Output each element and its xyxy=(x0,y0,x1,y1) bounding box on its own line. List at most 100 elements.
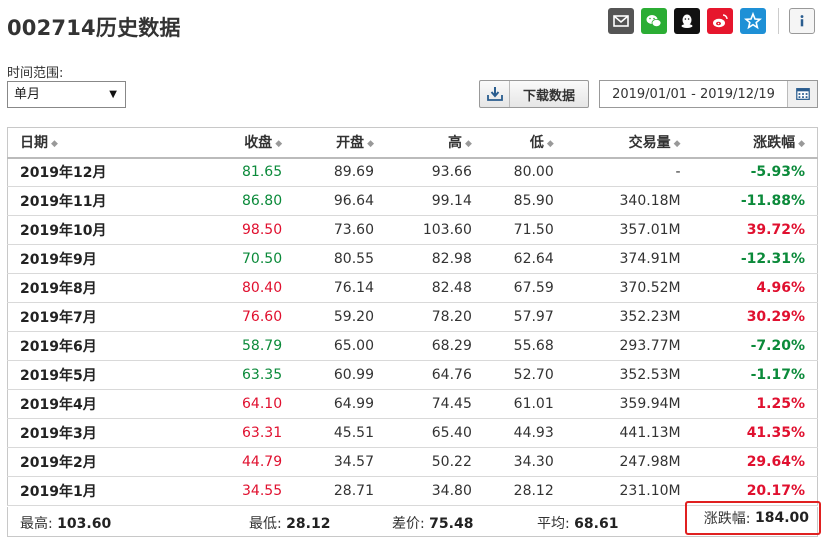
cell-open: 45.51 xyxy=(290,418,382,448)
cell-date: 2019年11月 xyxy=(7,186,168,216)
cell-close: 34.55 xyxy=(167,476,291,506)
cell-date: 2019年4月 xyxy=(7,389,168,419)
table-row: 2019年10月 98.50 73.60 103.60 71.50 357.01M 39.7… xyxy=(7,215,818,245)
cell-date: 2019年9月 xyxy=(7,244,168,274)
qq-share-button[interactable] xyxy=(674,8,700,34)
column-header-high[interactable]: 高 ◆ xyxy=(381,127,480,159)
cell-close: 63.35 xyxy=(167,360,291,390)
summary-diff: 差价: 75.48 xyxy=(392,516,474,532)
column-header-close[interactable]: 收盘 ◆ xyxy=(167,127,291,159)
cell-date: 2019年12月 xyxy=(7,157,168,187)
cell-low: 61.01 xyxy=(479,389,562,419)
cell-volume: 340.18M xyxy=(561,186,689,216)
table-row: 2019年4月 64.10 64.99 74.45 61.01 359.94M 1.25% xyxy=(7,389,818,419)
qzone-share-button[interactable] xyxy=(740,8,766,34)
cell-open: 34.57 xyxy=(290,447,382,477)
cell-change: -11.88% xyxy=(688,186,818,216)
cell-high: 65.40 xyxy=(381,418,480,448)
cell-change: 39.72% xyxy=(688,215,818,245)
cell-close: 63.31 xyxy=(167,418,291,448)
calendar-icon[interactable] xyxy=(787,81,817,107)
qzone-icon xyxy=(744,12,762,30)
share-bar xyxy=(608,8,815,34)
cell-volume: 374.91M xyxy=(561,244,689,274)
download-icon xyxy=(480,81,510,107)
time-range-label: 时间范围: xyxy=(7,66,64,81)
column-header-open[interactable]: 开盘 ◆ xyxy=(290,127,382,159)
time-range-select[interactable]: 单月 ▼ xyxy=(7,81,126,108)
summary-change-highlight: 涨跌幅: 184.00 xyxy=(685,501,821,535)
info-icon xyxy=(800,15,804,27)
share-separator xyxy=(778,8,779,34)
cell-date: 2019年5月 xyxy=(7,360,168,390)
cell-low: 34.30 xyxy=(479,447,562,477)
email-share-button[interactable] xyxy=(608,8,634,34)
download-data-label: 下载数据 xyxy=(522,88,575,104)
date-range-picker[interactable]: 2019/01/01 - 2019/12/19 xyxy=(599,80,818,108)
column-header-volume[interactable]: 交易量 ◆ xyxy=(561,127,689,159)
cell-volume: 352.53M xyxy=(561,360,689,390)
cell-change: -5.93% xyxy=(688,157,818,187)
cell-open: 60.99 xyxy=(290,360,382,390)
wechat-icon xyxy=(646,15,662,27)
cell-volume: 370.52M xyxy=(561,273,689,303)
sort-icon: ◆ xyxy=(673,139,681,150)
cell-close: 64.10 xyxy=(167,389,291,419)
cell-high: 93.66 xyxy=(381,157,480,187)
weibo-icon xyxy=(713,14,728,28)
column-header-date[interactable]: 日期 ◆ xyxy=(7,127,168,159)
info-button[interactable] xyxy=(789,8,815,34)
sort-icon: ◆ xyxy=(51,139,58,150)
cell-low: 44.93 xyxy=(479,418,562,448)
cell-high: 99.14 xyxy=(381,186,480,216)
cell-change: 30.29% xyxy=(688,302,818,332)
cell-high: 68.29 xyxy=(381,331,480,361)
sort-icon: ◆ xyxy=(798,139,805,150)
cell-change: 4.96% xyxy=(688,273,818,303)
cell-change: -1.17% xyxy=(688,360,818,390)
cell-close: 80.40 xyxy=(167,273,291,303)
table-row: 2019年2月 44.79 34.57 50.22 34.30 247.98M 29.64% xyxy=(7,447,818,477)
cell-change: 1.25% xyxy=(688,389,818,419)
cell-high: 78.20 xyxy=(381,302,480,332)
cell-date: 2019年2月 xyxy=(7,447,168,477)
time-range-selected: 单月 xyxy=(14,87,41,102)
cell-high: 64.76 xyxy=(381,360,480,390)
cell-low: 28.12 xyxy=(479,476,562,506)
cell-open: 96.64 xyxy=(290,186,382,216)
table-row: 2019年8月 80.40 76.14 82.48 67.59 370.52M 4.96% xyxy=(7,273,818,303)
cell-low: 57.97 xyxy=(479,302,562,332)
sort-icon: ◆ xyxy=(546,139,554,150)
table-row: 2019年12月 81.65 89.69 93.66 80.00- -5.93% xyxy=(7,157,818,187)
cell-open: 28.71 xyxy=(290,476,382,506)
cell-change: -12.31% xyxy=(688,244,818,274)
cell-high: 50.22 xyxy=(381,447,480,477)
cell-date: 2019年10月 xyxy=(7,215,168,245)
cell-date: 2019年6月 xyxy=(7,331,168,361)
cell-low: 52.70 xyxy=(479,360,562,390)
date-range-value: 2019/01/01 - 2019/12/19 xyxy=(612,86,775,102)
weibo-share-button[interactable] xyxy=(707,8,733,34)
column-header-low[interactable]: 低 ◆ xyxy=(479,127,562,159)
email-icon xyxy=(613,15,629,27)
summary-average: 平均: 68.61 xyxy=(537,516,619,532)
sort-icon: ◆ xyxy=(464,139,472,150)
column-header-change[interactable]: 涨跌幅 ◆ xyxy=(688,127,818,159)
cell-date: 2019年7月 xyxy=(7,302,168,332)
table-row: 2019年3月 63.31 45.51 65.40 44.93 441.13M 41.35% xyxy=(7,418,818,448)
cell-volume: 352.23M xyxy=(561,302,689,332)
cell-close: 70.50 xyxy=(167,244,291,274)
download-data-button[interactable]: 下载数据 xyxy=(479,80,589,108)
table-row: 2019年6月 58.79 65.00 68.29 55.68 293.77M -7.20% xyxy=(7,331,818,361)
cell-open: 80.55 xyxy=(290,244,382,274)
cell-low: 67.59 xyxy=(479,273,562,303)
cell-high: 74.45 xyxy=(381,389,480,419)
table-row: 2019年5月 63.35 60.99 64.76 52.70 352.53M -1.17% xyxy=(7,360,818,390)
cell-high: 82.48 xyxy=(381,273,480,303)
cell-volume: 231.10M xyxy=(561,476,689,506)
table-row: 2019年9月 70.50 80.55 82.98 62.64 374.91M -12.31… xyxy=(7,244,818,274)
wechat-share-button[interactable] xyxy=(641,8,667,34)
cell-date: 2019年1月 xyxy=(7,476,168,506)
cell-high: 103.60 xyxy=(381,215,480,245)
cell-low: 55.68 xyxy=(479,331,562,361)
